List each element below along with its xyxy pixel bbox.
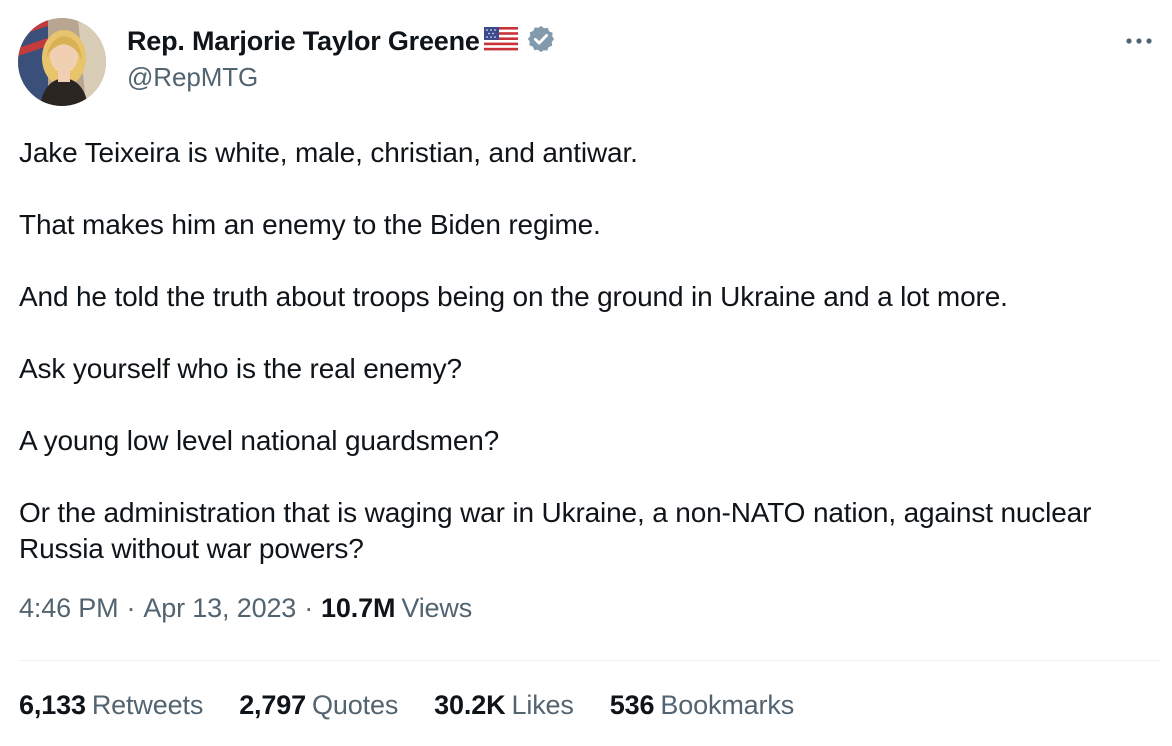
more-options-icon[interactable] xyxy=(1124,26,1154,56)
tweet-text: Jake Teixeira is white, male, christian,… xyxy=(19,135,1149,567)
engagement-stats: 6,133 Retweets 2,797 Quotes 30.2K Likes 536… xyxy=(19,690,830,721)
tweet-paragraph: That makes him an enemy to the Biden reg… xyxy=(19,209,601,240)
retweets-stat[interactable]: 6,133 Retweets xyxy=(19,690,203,721)
meta-separator: · xyxy=(126,593,136,623)
bookmarks-stat[interactable]: 536 Bookmarks xyxy=(610,690,794,721)
quotes-stat[interactable]: 2,797 Quotes xyxy=(239,690,398,721)
tweet-paragraph: Jake Teixeira is white, male, christian,… xyxy=(19,137,638,168)
author-display-name[interactable]: Rep. Marjorie Taylor Greene xyxy=(127,26,480,57)
bookmarks-count: 536 xyxy=(609,690,655,720)
retweets-label: Retweets xyxy=(91,690,204,720)
avatar-image xyxy=(18,18,106,106)
views-count[interactable]: 10.7M xyxy=(321,593,395,624)
us-flag-icon xyxy=(483,26,518,56)
quotes-count: 2,797 xyxy=(239,690,307,720)
likes-label: Likes xyxy=(511,690,574,720)
author-avatar[interactable] xyxy=(18,18,106,106)
likes-stat[interactable]: 30.2K Likes xyxy=(434,690,574,721)
retweets-count: 6,133 xyxy=(19,690,86,720)
bookmarks-label: Bookmarks xyxy=(660,690,795,720)
tweet-paragraph: Or the administration that is waging war… xyxy=(19,497,1092,564)
tweet-paragraph: Ask yourself who is the real enemy? xyxy=(19,353,462,384)
tweet-time[interactable]: 4:46 PM xyxy=(19,593,119,624)
views-label[interactable]: Views xyxy=(401,593,472,624)
tweet-meta: 4:46 PM · Apr 13, 2023 · 10.7M Views xyxy=(19,593,472,624)
meta-separator: · xyxy=(304,593,314,623)
tweet-date[interactable]: Apr 13, 2023 xyxy=(143,593,296,624)
author-name-row: Rep. Marjorie Taylor Greene xyxy=(127,24,556,58)
verified-badge-icon[interactable] xyxy=(526,24,556,59)
tweet-card: Rep. Marjorie Taylor Greene @RepMTG Jake… xyxy=(0,0,1172,746)
divider xyxy=(19,660,1160,661)
tweet-paragraph: A young low level national guardsmen? xyxy=(19,425,500,456)
author-handle[interactable]: @RepMTG xyxy=(127,62,556,93)
tweet-paragraph: And he told the truth about troops being… xyxy=(19,281,1008,312)
quotes-label: Quotes xyxy=(312,690,399,720)
author-info: Rep. Marjorie Taylor Greene @RepMTG xyxy=(127,24,556,93)
likes-count: 30.2K xyxy=(434,690,506,720)
